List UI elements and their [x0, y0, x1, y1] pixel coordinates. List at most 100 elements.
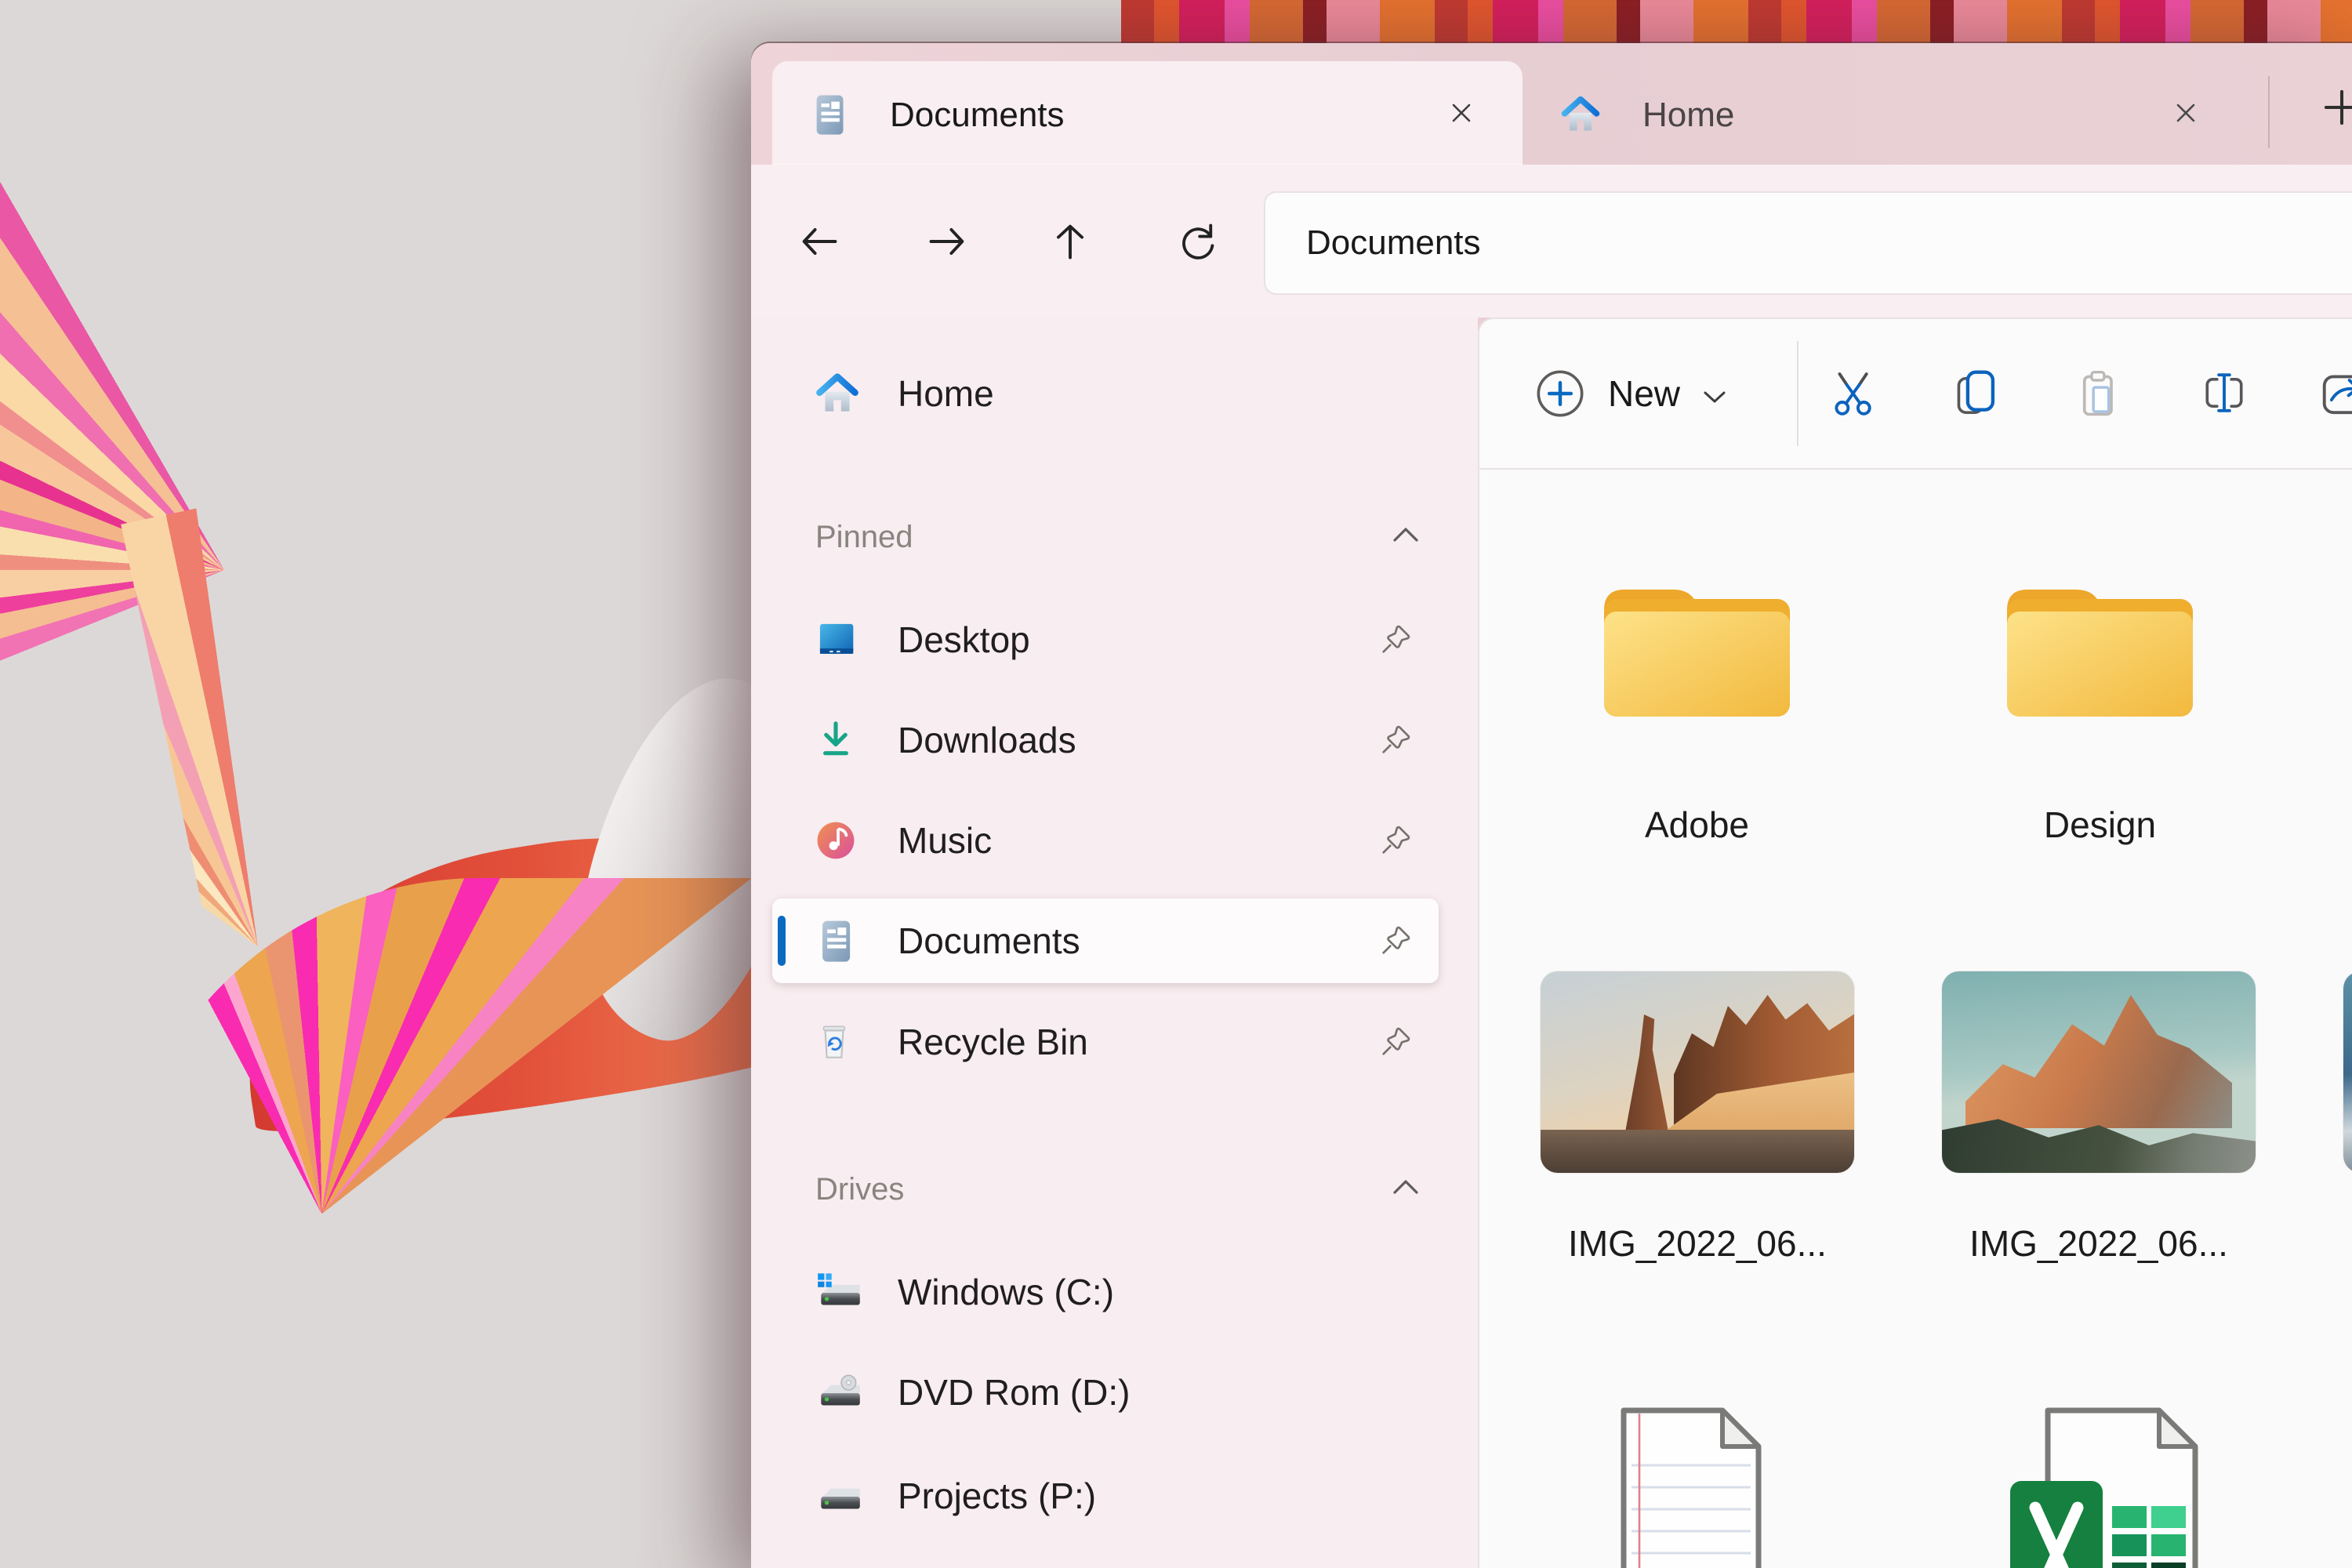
- folder-icon: [1993, 564, 2207, 725]
- sidebar-item-desktop[interactable]: Desktop: [772, 597, 1439, 682]
- refresh-icon: [1175, 220, 1219, 263]
- sidebar-item-recycle-bin[interactable]: Recycle Bin: [772, 1000, 1439, 1084]
- section-header-pinned: Pinned: [815, 520, 913, 555]
- photo-name: IMG_2022_06...: [1942, 1222, 2256, 1265]
- collapse-drives-button[interactable]: [1388, 1175, 1423, 1199]
- plus-circle-icon: [1534, 368, 1586, 419]
- sidebar-item-windows-c[interactable]: Windows (C:): [772, 1250, 1439, 1334]
- file-list: Adobe Design IMG_2022: [1479, 470, 2352, 1568]
- desktop: Documents Home: [0, 0, 2352, 1568]
- up-icon: [1048, 220, 1092, 263]
- rename-icon: [2199, 368, 2249, 418]
- folder-name: Adobe: [1590, 804, 1804, 846]
- chevron-up-icon: [1388, 1175, 1423, 1199]
- excel-file-icon: [1993, 1404, 2228, 1568]
- back-button[interactable]: [780, 202, 858, 281]
- selection-indicator: [778, 916, 786, 966]
- navigation-bar: Documents: [751, 165, 2352, 318]
- sidebar-item-label: Downloads: [898, 719, 1076, 761]
- sidebar-item-label: Documents: [898, 920, 1080, 962]
- sidebar-item-label: DVD Rom (D:): [898, 1371, 1130, 1414]
- sidebar-item-label: Windows (C:): [898, 1271, 1114, 1313]
- sidebar-item-label: Recycle Bin: [898, 1021, 1088, 1063]
- pin-icon[interactable]: [1377, 722, 1414, 758]
- file-excel-spreadsheet[interactable]: [1993, 1404, 2228, 1568]
- sidebar-item-label: Music: [898, 819, 992, 862]
- share-icon: [2320, 368, 2352, 418]
- windows-drive-icon: [813, 1272, 865, 1312]
- close-icon: [2172, 99, 2200, 127]
- music-icon: [813, 818, 858, 863]
- folder-adobe[interactable]: [1590, 564, 1804, 725]
- share-button[interactable]: [2301, 349, 2352, 437]
- tab-documents[interactable]: Documents: [772, 61, 1523, 165]
- text-document-icon: [1613, 1404, 1785, 1568]
- copy-icon: [1950, 368, 2000, 418]
- file-text-document[interactable]: [1613, 1404, 1785, 1568]
- sidebar-item-label: Projects (P:): [898, 1475, 1096, 1517]
- dvd-drive-icon: [813, 1372, 865, 1413]
- address-text: Documents: [1306, 223, 1481, 263]
- pin-icon[interactable]: [1377, 1024, 1414, 1060]
- chevron-up-icon: [1388, 523, 1423, 546]
- pin-icon[interactable]: [1377, 923, 1414, 959]
- documents-icon: [813, 918, 858, 964]
- file-explorer-window: Documents Home: [751, 43, 2352, 1568]
- collapse-pinned-button[interactable]: [1388, 523, 1423, 546]
- content-pane: New: [1478, 318, 2352, 1568]
- sidebar-item-downloads[interactable]: Downloads: [772, 698, 1439, 782]
- photo-thumbnail-partial[interactable]: [2343, 971, 2352, 1173]
- folder-design[interactable]: [1993, 564, 2207, 725]
- home-icon: [813, 369, 862, 418]
- photo-thumbnail-mountain[interactable]: [1942, 971, 2256, 1173]
- paste-icon: [2074, 368, 2124, 418]
- sidebar-item-projects-p[interactable]: Projects (P:): [772, 1454, 1439, 1538]
- close-tab-button[interactable]: [1446, 97, 1477, 129]
- close-tab-button[interactable]: [2170, 97, 2201, 129]
- sidebar-item-dvd-rom-d[interactable]: DVD Rom (D:): [772, 1350, 1439, 1435]
- sidebar-item-home[interactable]: Home: [772, 351, 1439, 436]
- drive-icon: [813, 1475, 865, 1516]
- up-button[interactable]: [1031, 202, 1109, 281]
- pin-icon[interactable]: [1377, 822, 1414, 858]
- address-bar[interactable]: Documents: [1264, 191, 2352, 295]
- photo-name: IMG_2022_06...: [1541, 1222, 1854, 1265]
- tab-home[interactable]: Home: [1523, 61, 2247, 165]
- sidebar: Home Pinned Desktop: [751, 318, 1478, 1568]
- desktop-icon: [813, 617, 858, 662]
- new-button[interactable]: New: [1534, 347, 1754, 441]
- tab-divider: [2268, 76, 2270, 148]
- pin-icon[interactable]: [1377, 622, 1414, 658]
- close-icon: [1447, 99, 1475, 127]
- chevron-down-icon: [1700, 387, 1729, 406]
- new-button-label: New: [1608, 372, 1680, 415]
- forward-button[interactable]: [908, 202, 986, 281]
- cut-icon: [1824, 368, 1875, 418]
- rename-button[interactable]: [2180, 349, 2268, 437]
- copy-button[interactable]: [1931, 349, 2019, 437]
- refresh-button[interactable]: [1158, 202, 1236, 281]
- folder-icon: [1590, 564, 1804, 725]
- forward-icon: [925, 220, 969, 263]
- photo-thumbnail-desert[interactable]: [1541, 971, 1854, 1173]
- command-toolbar: New: [1479, 319, 2352, 470]
- home-icon: [1559, 93, 1602, 136]
- paste-button[interactable]: [2055, 349, 2143, 437]
- documents-icon: [808, 93, 851, 136]
- new-tab-button[interactable]: [2307, 73, 2352, 142]
- back-icon: [797, 220, 841, 263]
- sidebar-item-label: Home: [898, 372, 994, 415]
- sidebar-item-label: Desktop: [898, 619, 1030, 661]
- downloads-icon: [813, 717, 858, 763]
- tab-label: Documents: [890, 96, 1065, 135]
- cut-button[interactable]: [1806, 349, 1893, 437]
- sidebar-item-music[interactable]: Music: [772, 798, 1439, 883]
- folder-name: Design: [1993, 804, 2207, 846]
- toolbar-divider: [1797, 341, 1798, 446]
- tab-bar: Documents Home: [751, 43, 2352, 165]
- plus-icon: [2321, 87, 2352, 128]
- sidebar-item-documents[interactable]: Documents: [772, 898, 1439, 983]
- section-header-drives: Drives: [815, 1172, 904, 1207]
- tab-label: Home: [1642, 96, 1734, 135]
- recycle-bin-icon: [813, 1021, 855, 1063]
